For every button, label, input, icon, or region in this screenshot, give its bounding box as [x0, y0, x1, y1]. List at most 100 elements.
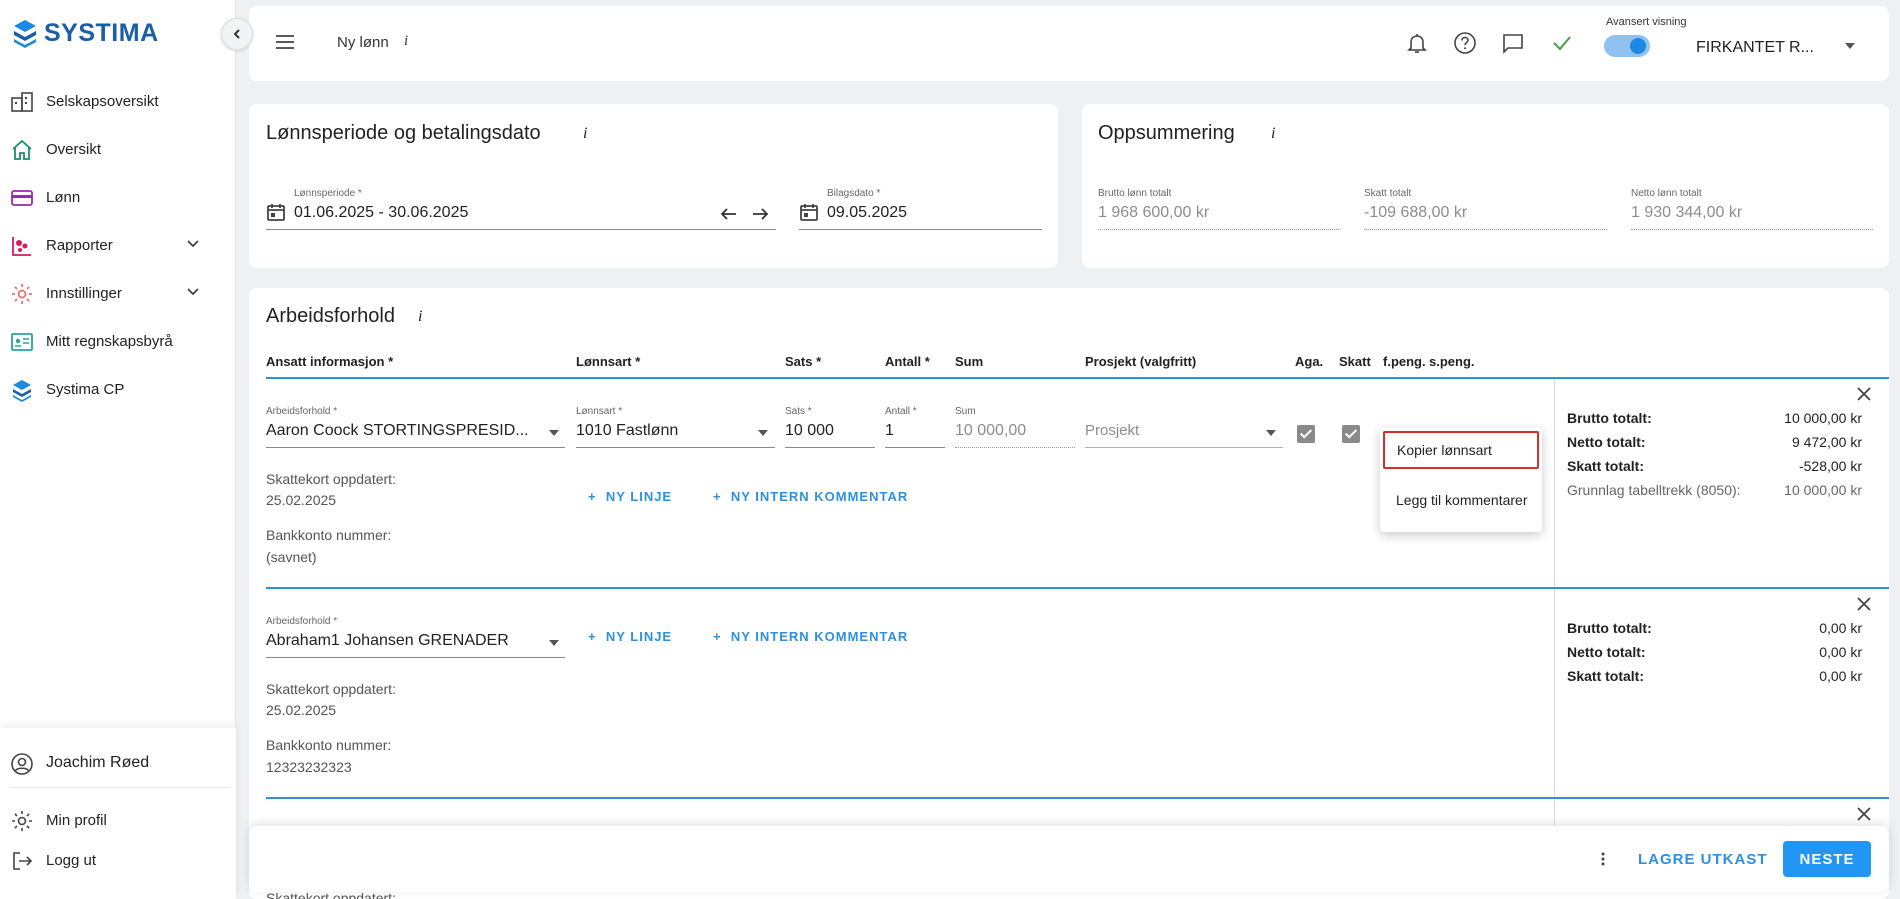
gear-icon [12, 811, 32, 831]
next-button[interactable]: NESTE [1783, 841, 1871, 877]
copy-wage-type-menu-item[interactable]: Kopier lønnsart [1383, 431, 1539, 469]
period-card: Lønnsperiode og betalingsdato i Lønnsper… [249, 104, 1058, 268]
chat-icon[interactable] [1501, 31, 1525, 55]
sidebar-item-innstillinger[interactable]: Innstillinger [0, 273, 236, 313]
bank-account-label: Bankkonto nummer: [266, 737, 392, 753]
tax-checkbox[interactable] [1342, 425, 1360, 443]
voucher-date-input[interactable]: 09.05.2025 [827, 204, 907, 222]
bank-account-label: Bankkonto nummer: [266, 527, 392, 543]
sum-label: Sum [955, 406, 976, 417]
column-header: Antall * [885, 354, 930, 369]
user-avatar-icon [11, 753, 33, 775]
sidebar-item-logg-ut[interactable]: Logg ut [0, 840, 236, 880]
field-underline [799, 229, 1042, 230]
payment-card-icon [11, 190, 33, 206]
chevron-left-icon [233, 29, 240, 39]
field-underline [266, 657, 565, 658]
quantity-input[interactable]: 1 [885, 422, 894, 440]
employment-label: Arbeidsforhold * [266, 616, 338, 627]
net-total-value: 1 930 344,00 kr [1631, 204, 1743, 221]
help-icon[interactable] [1453, 31, 1477, 55]
add-line-button[interactable]: + NY LINJE [588, 629, 672, 644]
taxcard-label: Skattekort oppdatert: [266, 681, 396, 697]
sidebar-item-lonn[interactable]: Lønn [0, 177, 236, 217]
save-draft-button[interactable]: LAGRE UTKAST [1638, 851, 1768, 868]
gross-total-value: 10 000,00 kr [1784, 410, 1862, 426]
tax-total-value: 0,00 kr [1819, 668, 1862, 684]
field-underline [1085, 447, 1283, 448]
sidebar-item-label: Lønn [46, 188, 81, 206]
menu-icon[interactable] [275, 34, 295, 50]
caret-down-icon[interactable] [549, 640, 559, 646]
calendar-icon[interactable] [799, 202, 819, 222]
close-icon[interactable] [1856, 386, 1872, 402]
close-icon[interactable] [1856, 806, 1872, 822]
logo-text: SYSTIMA [44, 18, 159, 47]
taxcard-date: 25.02.2025 [266, 702, 337, 718]
wage-type-select[interactable]: 1010 Fastlønn [576, 422, 678, 440]
caret-down-icon[interactable] [1266, 430, 1276, 436]
close-icon[interactable] [1856, 596, 1872, 612]
gross-total-label: Brutto totalt: [1567, 410, 1652, 426]
more-vertical-icon[interactable] [1600, 851, 1606, 867]
voucher-date-label: Bilagsdato * [827, 188, 881, 199]
aga-checkbox[interactable] [1297, 425, 1315, 443]
field-underline [576, 447, 775, 448]
caret-down-icon[interactable] [549, 430, 559, 436]
caret-down-icon[interactable] [758, 430, 768, 436]
sidebar-item-systima-cp[interactable]: Systima CP [0, 369, 236, 409]
advanced-view-label: Avansert visning [1606, 16, 1687, 28]
systima-logo-icon [14, 20, 36, 48]
arrow-right-icon[interactable] [751, 207, 769, 221]
sidebar-item-mitt-regnskapsbyra[interactable]: Mitt regnskapsbyrå [0, 321, 236, 361]
sidebar-item-rapporter[interactable]: Rapporter [0, 225, 236, 265]
add-internal-comment-button[interactable]: + NY INTERN KOMMENTAR [713, 629, 908, 644]
field-underline [955, 447, 1075, 448]
systima-logo[interactable]: SYSTIMA [12, 18, 159, 48]
column-header: Ansatt informasjon * [266, 354, 394, 369]
bank-account-value: 12323232323 [266, 759, 352, 775]
period-input[interactable]: 01.06.2025 - 30.06.2025 [294, 204, 468, 222]
sidebar-item-selskapsoversikt[interactable]: Selskapsoversikt [0, 81, 236, 121]
card-title: Lønnsperiode og betalingsdato [266, 122, 541, 144]
employment-select[interactable]: Abraham1 Johansen GRENADER [266, 632, 509, 650]
info-icon[interactable]: i [583, 125, 587, 143]
card-title: Oppsummering [1098, 122, 1235, 144]
sidebar-item-min-profil[interactable]: Min profil [0, 800, 236, 840]
add-comments-menu-item[interactable]: Legg til kommentarer [1380, 480, 1542, 520]
plus-icon: + [588, 489, 606, 504]
column-header: Skatt [1339, 354, 1371, 369]
page-title: Ny lønn [337, 34, 389, 51]
sidebar-item-label: Systima CP [46, 380, 125, 398]
info-icon[interactable]: i [418, 308, 422, 326]
employment-label: Arbeidsforhold * [266, 406, 338, 417]
field-underline [1364, 229, 1607, 230]
user-menu[interactable]: Joachim Røed [0, 743, 236, 783]
top-bar: Ny lønn i Avansert visning FIRKANTET R..… [249, 6, 1889, 81]
add-internal-comment-button[interactable]: + NY INTERN KOMMENTAR [713, 489, 908, 504]
info-icon[interactable]: i [404, 33, 408, 50]
row-divider [266, 377, 1889, 379]
field-underline [266, 229, 776, 230]
gross-total-value: 1 968 600,00 kr [1098, 204, 1210, 221]
collapse-sidebar-button[interactable] [221, 18, 253, 50]
calendar-icon[interactable] [266, 202, 286, 222]
arrow-left-icon[interactable] [720, 207, 738, 221]
chevron-down-icon [187, 288, 199, 296]
info-icon[interactable]: i [1271, 125, 1275, 143]
bell-icon[interactable] [1405, 31, 1429, 55]
advanced-view-toggle[interactable] [1604, 35, 1650, 57]
sidebar-item-oversikt[interactable]: Oversikt [0, 129, 236, 169]
company-selector[interactable]: FIRKANTET R... [1696, 39, 1814, 57]
net-total-label: Netto totalt: [1567, 434, 1646, 450]
employment-select[interactable]: Aaron Coock STORTINGSPRESID... [266, 422, 529, 440]
add-line-button[interactable]: + NY LINJE [588, 489, 672, 504]
project-select[interactable]: Prosjekt [1085, 422, 1139, 439]
rate-input[interactable]: 10 000 [785, 422, 834, 440]
taxcard-date: 25.02.2025 [266, 492, 337, 508]
caret-down-icon[interactable] [1845, 43, 1855, 49]
rate-label: Sats * [785, 406, 812, 417]
home-icon [12, 139, 32, 160]
checkmark-icon[interactable] [1550, 31, 1574, 55]
tax-total-value: -109 688,00 kr [1364, 204, 1468, 221]
